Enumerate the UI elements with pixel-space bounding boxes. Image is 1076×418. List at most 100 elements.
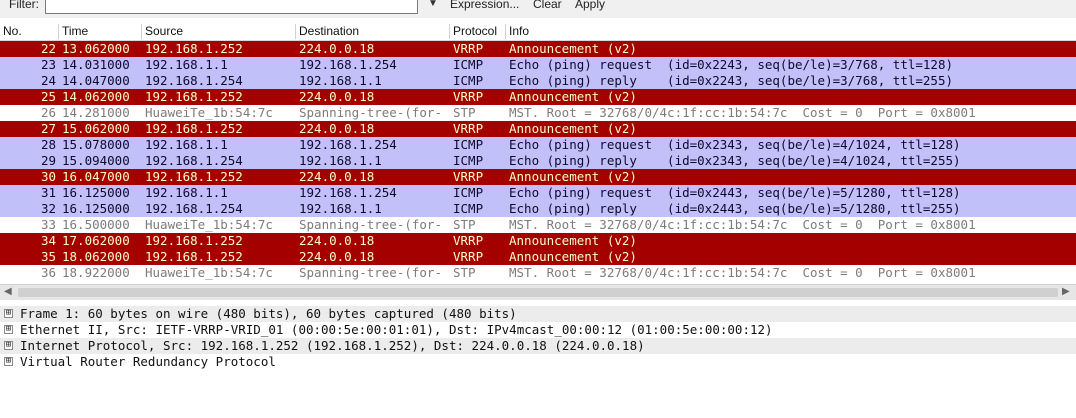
packet-destination: 192.168.1.1 <box>299 73 382 88</box>
packet-info: Echo (ping) request (id=0x2443, seq(be/l… <box>509 185 961 200</box>
packet-protocol: ICMP <box>453 185 484 200</box>
packet-source: 192.168.1.254 <box>145 153 243 168</box>
packet-no: 26 <box>40 105 56 120</box>
packet-row[interactable]: 28 15.078000 192.168.1.1 192.168.1.254 I… <box>0 137 1076 153</box>
packet-destination: Spanning-tree-(for- <box>299 105 442 120</box>
filter-toolbar: Filter: ▼ Expression... Clear Apply <box>0 0 1076 18</box>
packet-time: 14.047000 <box>62 73 130 88</box>
packet-protocol: ICMP <box>453 137 484 152</box>
scroll-right-icon[interactable]: ▶ <box>1062 286 1070 297</box>
packet-protocol: STP <box>453 265 476 280</box>
packet-time: 16.125000 <box>62 201 130 216</box>
packet-info: MST. Root = 32768/0/4c:1f:cc:1b:54:7c Co… <box>509 105 976 120</box>
detail-row-ethernet[interactable]: ⊞ Ethernet II, Src: IETF-VRRP-VRID_01 (0… <box>0 322 1076 338</box>
packet-destination: 192.168.1.254 <box>299 57 397 72</box>
expand-icon[interactable]: ⊞ <box>4 341 13 350</box>
packet-source: HuaweiTe_1b:54:7c <box>145 265 273 280</box>
packet-no: 30 <box>40 169 56 184</box>
column-separator[interactable] <box>449 24 450 39</box>
packet-protocol: ICMP <box>453 73 484 88</box>
packet-row[interactable]: 25 14.062000 192.168.1.252 224.0.0.18 VR… <box>0 89 1076 105</box>
packet-time: 13.062000 <box>62 41 130 56</box>
column-header-info[interactable]: Info <box>509 24 529 39</box>
packet-source: 192.168.1.1 <box>145 57 228 72</box>
column-separator[interactable] <box>141 24 142 39</box>
packet-info: Echo (ping) request (id=0x2243, seq(be/l… <box>509 57 954 72</box>
column-separator[interactable] <box>58 24 59 39</box>
packet-row[interactable]: 36 18.922000 HuaweiTe_1b:54:7c Spanning-… <box>0 265 1076 281</box>
detail-text: Ethernet II, Src: IETF-VRRP-VRID_01 (00:… <box>20 322 773 337</box>
packet-no: 27 <box>40 121 56 136</box>
packet-row[interactable]: 24 14.047000 192.168.1.254 192.168.1.1 I… <box>0 73 1076 89</box>
packet-row[interactable]: 31 16.125000 192.168.1.1 192.168.1.254 I… <box>0 185 1076 201</box>
filter-label: Filter: <box>9 0 39 11</box>
packet-time: 15.078000 <box>62 137 130 152</box>
packet-destination: 224.0.0.18 <box>299 89 375 104</box>
packet-row[interactable]: 34 17.062000 192.168.1.252 224.0.0.18 VR… <box>0 233 1076 249</box>
expand-icon[interactable]: ⊞ <box>4 325 13 334</box>
horizontal-scrollbar[interactable]: ◀ ▶ <box>0 284 1076 300</box>
packet-destination: 224.0.0.18 <box>299 41 375 56</box>
packet-row[interactable]: 23 14.031000 192.168.1.1 192.168.1.254 I… <box>0 57 1076 73</box>
packet-row[interactable]: 35 18.062000 192.168.1.252 224.0.0.18 VR… <box>0 249 1076 265</box>
packet-no: 34 <box>40 233 56 248</box>
packet-row[interactable]: 29 15.094000 192.168.1.254 192.168.1.1 I… <box>0 153 1076 169</box>
packet-row[interactable]: 33 16.500000 HuaweiTe_1b:54:7c Spanning-… <box>0 217 1076 233</box>
expand-icon[interactable]: ⊞ <box>4 357 13 366</box>
packet-row[interactable]: 26 14.281000 HuaweiTe_1b:54:7c Spanning-… <box>0 105 1076 121</box>
packet-no: 25 <box>40 89 56 104</box>
packet-source: 192.168.1.254 <box>145 73 243 88</box>
packet-time: 15.062000 <box>62 121 130 136</box>
apply-button[interactable]: Apply <box>575 0 605 11</box>
packet-destination: Spanning-tree-(for- <box>299 265 442 280</box>
filter-input[interactable] <box>45 0 418 14</box>
column-separator[interactable] <box>295 24 296 39</box>
packet-destination: 224.0.0.18 <box>299 249 375 264</box>
packet-no: 29 <box>40 153 56 168</box>
packet-row[interactable]: 22 13.062000 192.168.1.252 224.0.0.18 VR… <box>0 41 1076 57</box>
packet-protocol: STP <box>453 217 476 232</box>
packet-info: Announcement (v2) <box>509 233 637 248</box>
scrollbar-thumb[interactable] <box>18 288 1058 297</box>
column-header-destination[interactable]: Destination <box>299 24 359 39</box>
packet-destination: 192.168.1.254 <box>299 185 397 200</box>
packet-no: 22 <box>40 41 56 56</box>
packet-row[interactable]: 30 16.047000 192.168.1.252 224.0.0.18 VR… <box>0 169 1076 185</box>
scroll-left-icon[interactable]: ◀ <box>4 286 12 297</box>
packet-list-header: No. Time Source Destination Protocol Inf… <box>0 23 1076 41</box>
packet-protocol: VRRP <box>453 41 484 56</box>
clear-button[interactable]: Clear <box>533 0 562 11</box>
packet-no: 24 <box>40 73 56 88</box>
expand-icon[interactable]: ⊞ <box>4 309 13 318</box>
column-header-protocol[interactable]: Protocol <box>453 24 497 39</box>
packet-row[interactable]: 32 16.125000 192.168.1.254 192.168.1.1 I… <box>0 201 1076 217</box>
packet-info: Announcement (v2) <box>509 249 637 264</box>
packet-row[interactable]: 27 15.062000 192.168.1.252 224.0.0.18 VR… <box>0 121 1076 137</box>
packet-time: 16.125000 <box>62 185 130 200</box>
column-header-time[interactable]: Time <box>62 24 88 39</box>
detail-text: Internet Protocol, Src: 192.168.1.252 (1… <box>20 338 645 353</box>
packet-protocol: STP <box>453 105 476 120</box>
detail-row-vrrp[interactable]: ⊞ Virtual Router Redundancy Protocol <box>0 354 1076 370</box>
detail-row-frame[interactable]: ⊞ Frame 1: 60 bytes on wire (480 bits), … <box>0 306 1076 322</box>
expression-button[interactable]: Expression... <box>450 0 519 11</box>
packet-no: 35 <box>40 249 56 264</box>
packet-source: 192.168.1.252 <box>145 249 243 264</box>
packet-time: 17.062000 <box>62 233 130 248</box>
packet-protocol: ICMP <box>453 153 484 168</box>
packet-info: Echo (ping) reply (id=0x2443, seq(be/le)… <box>509 201 961 216</box>
packet-protocol: VRRP <box>453 169 484 184</box>
detail-row-ip[interactable]: ⊞ Internet Protocol, Src: 192.168.1.252 … <box>0 338 1076 354</box>
packet-protocol: ICMP <box>453 201 484 216</box>
packet-info: MST. Root = 32768/0/4c:1f:cc:1b:54:7c Co… <box>509 265 976 280</box>
packet-source: 192.168.1.254 <box>145 201 243 216</box>
dropdown-arrow-icon[interactable]: ▼ <box>428 0 438 9</box>
packet-no: 28 <box>40 137 56 152</box>
column-header-source[interactable]: Source <box>145 24 183 39</box>
packet-protocol: VRRP <box>453 89 484 104</box>
packet-protocol: VRRP <box>453 233 484 248</box>
packet-source: 192.168.1.252 <box>145 121 243 136</box>
column-separator[interactable] <box>505 24 506 39</box>
column-header-no[interactable]: No. <box>3 24 22 39</box>
packet-no: 23 <box>40 57 56 72</box>
